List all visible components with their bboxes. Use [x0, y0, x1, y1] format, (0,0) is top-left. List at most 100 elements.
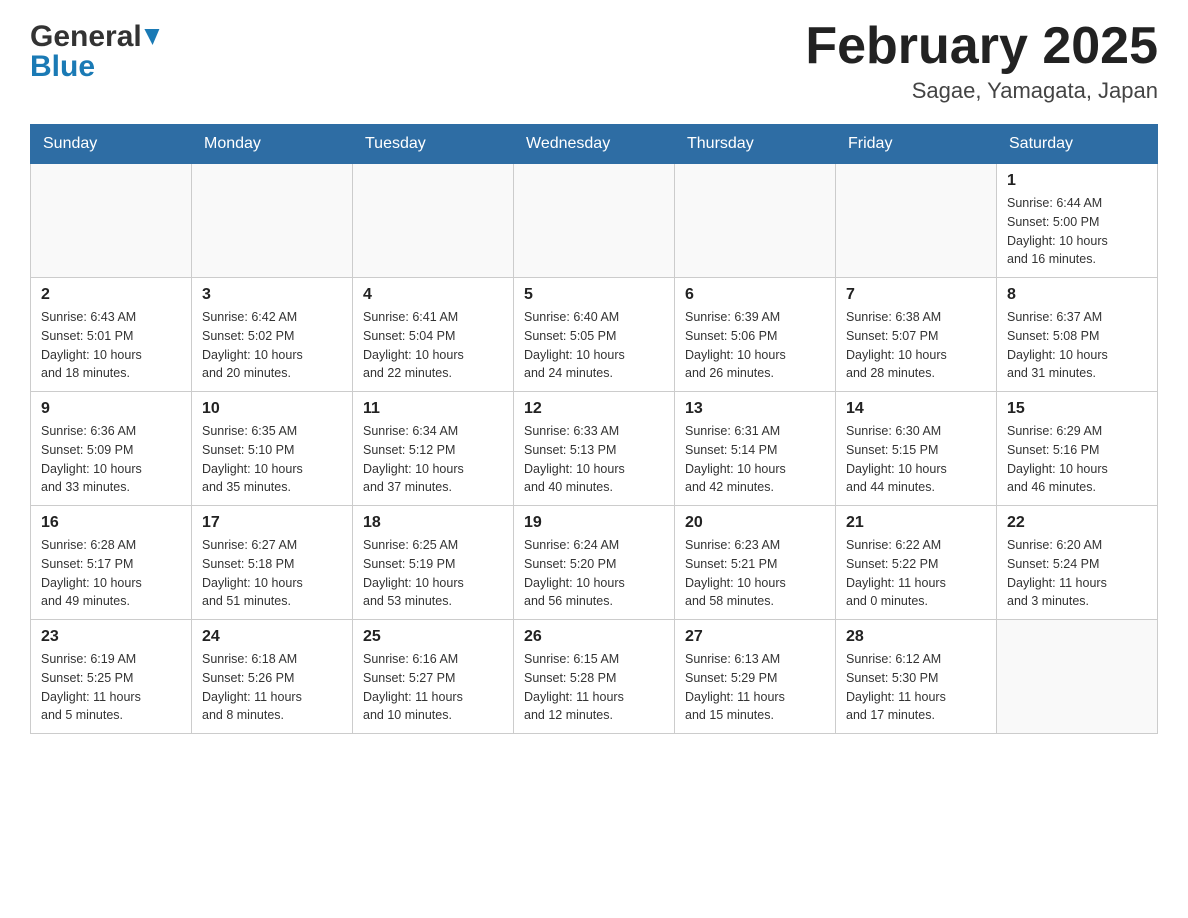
day-info: Sunrise: 6:40 AM Sunset: 5:05 PM Dayligh…: [524, 308, 664, 383]
page-header: General Blue February 2025 Sagae, Yamaga…: [30, 20, 1158, 104]
weekday-header-sunday: Sunday: [31, 125, 192, 164]
weekday-header-friday: Friday: [836, 125, 997, 164]
day-info: Sunrise: 6:20 AM Sunset: 5:24 PM Dayligh…: [1007, 536, 1147, 611]
calendar-cell: 26Sunrise: 6:15 AM Sunset: 5:28 PM Dayli…: [514, 620, 675, 734]
day-info: Sunrise: 6:28 AM Sunset: 5:17 PM Dayligh…: [41, 536, 181, 611]
day-info: Sunrise: 6:31 AM Sunset: 5:14 PM Dayligh…: [685, 422, 825, 497]
calendar-week-row: 1 Sunrise: 6:44 AM Sunset: 5:00 PM Daylig…: [31, 164, 1158, 278]
day-number: 19: [524, 514, 664, 532]
logo-general-text: General: [30, 20, 142, 54]
calendar-cell: 19 Sunrise: 6:24 AM Sunset: 5:20 PM Dayli…: [514, 506, 675, 620]
logo-arrow-icon: [141, 29, 159, 45]
calendar-cell: 6Sunrise: 6:39 AM Sunset: 5:06 PM Daylig…: [675, 278, 836, 392]
day-info: Sunrise: 6:38 AM Sunset: 5:07 PM Dayligh…: [846, 308, 986, 383]
day-number: 5: [524, 286, 664, 304]
logo: General Blue: [30, 20, 158, 84]
location-text: Sagae, Yamagata, Japan: [805, 78, 1158, 104]
day-info: Sunrise: 6:39 AM Sunset: 5:06 PM Dayligh…: [685, 308, 825, 383]
day-info: Sunrise: 6:18 AM Sunset: 5:26 PM Dayligh…: [202, 650, 342, 725]
calendar-table: SundayMondayTuesdayWednesdayThursdayFrid…: [30, 124, 1158, 734]
calendar-cell: 1 Sunrise: 6:44 AM Sunset: 5:00 PM Daylig…: [997, 164, 1158, 278]
calendar-cell: 13 Sunrise: 6:31 AM Sunset: 5:14 PM Dayli…: [675, 392, 836, 506]
day-info: Sunrise: 6:33 AM Sunset: 5:13 PM Dayligh…: [524, 422, 664, 497]
day-info: Sunrise: 6:19 AM Sunset: 5:25 PM Dayligh…: [41, 650, 181, 725]
day-info: Sunrise: 6:43 AM Sunset: 5:01 PM Dayligh…: [41, 308, 181, 383]
day-info: Sunrise: 6:34 AM Sunset: 5:12 PM Dayligh…: [363, 422, 503, 497]
day-number: 14: [846, 400, 986, 418]
day-number: 18: [363, 514, 503, 532]
day-info: Sunrise: 6:37 AM Sunset: 5:08 PM Dayligh…: [1007, 308, 1147, 383]
month-title: February 2025: [805, 20, 1158, 72]
day-number: 1: [1007, 172, 1147, 190]
calendar-cell: 12 Sunrise: 6:33 AM Sunset: 5:13 PM Dayli…: [514, 392, 675, 506]
calendar-cell: [192, 164, 353, 278]
calendar-cell: 17Sunrise: 6:27 AM Sunset: 5:18 PM Dayli…: [192, 506, 353, 620]
day-number: 7: [846, 286, 986, 304]
calendar-cell: 24 Sunrise: 6:18 AM Sunset: 5:26 PM Dayli…: [192, 620, 353, 734]
weekday-header-saturday: Saturday: [997, 125, 1158, 164]
calendar-cell: 21 Sunrise: 6:22 AM Sunset: 5:22 PM Dayli…: [836, 506, 997, 620]
day-info: Sunrise: 6:24 AM Sunset: 5:20 PM Dayligh…: [524, 536, 664, 611]
weekday-header-thursday: Thursday: [675, 125, 836, 164]
calendar-cell: 27Sunrise: 6:13 AM Sunset: 5:29 PM Dayli…: [675, 620, 836, 734]
day-info: Sunrise: 6:22 AM Sunset: 5:22 PM Dayligh…: [846, 536, 986, 611]
day-info: Sunrise: 6:23 AM Sunset: 5:21 PM Dayligh…: [685, 536, 825, 611]
title-area: February 2025 Sagae, Yamagata, Japan: [805, 20, 1158, 104]
day-info: Sunrise: 6:29 AM Sunset: 5:16 PM Dayligh…: [1007, 422, 1147, 497]
day-info: Sunrise: 6:27 AM Sunset: 5:18 PM Dayligh…: [202, 536, 342, 611]
day-info: Sunrise: 6:44 AM Sunset: 5:00 PM Dayligh…: [1007, 194, 1147, 269]
day-info: Sunrise: 6:35 AM Sunset: 5:10 PM Dayligh…: [202, 422, 342, 497]
calendar-cell: 28 Sunrise: 6:12 AM Sunset: 5:30 PM Dayli…: [836, 620, 997, 734]
calendar-cell: 9 Sunrise: 6:36 AM Sunset: 5:09 PM Daylig…: [31, 392, 192, 506]
day-number: 4: [363, 286, 503, 304]
calendar-week-row: 9 Sunrise: 6:36 AM Sunset: 5:09 PM Daylig…: [31, 392, 1158, 506]
calendar-cell: 4 Sunrise: 6:41 AM Sunset: 5:04 PM Daylig…: [353, 278, 514, 392]
calendar-week-row: 16 Sunrise: 6:28 AM Sunset: 5:17 PM Dayli…: [31, 506, 1158, 620]
day-number: 11: [363, 400, 503, 418]
weekday-header-monday: Monday: [192, 125, 353, 164]
calendar-cell: [31, 164, 192, 278]
calendar-cell: 20 Sunrise: 6:23 AM Sunset: 5:21 PM Dayli…: [675, 506, 836, 620]
calendar-cell: 14Sunrise: 6:30 AM Sunset: 5:15 PM Dayli…: [836, 392, 997, 506]
calendar-cell: 3 Sunrise: 6:42 AM Sunset: 5:02 PM Daylig…: [192, 278, 353, 392]
day-number: 16: [41, 514, 181, 532]
calendar-cell: [514, 164, 675, 278]
calendar-cell: [675, 164, 836, 278]
weekday-header-tuesday: Tuesday: [353, 125, 514, 164]
calendar-cell: 22 Sunrise: 6:20 AM Sunset: 5:24 PM Dayli…: [997, 506, 1158, 620]
day-number: 22: [1007, 514, 1147, 532]
day-info: Sunrise: 6:41 AM Sunset: 5:04 PM Dayligh…: [363, 308, 503, 383]
calendar-cell: [353, 164, 514, 278]
day-number: 20: [685, 514, 825, 532]
day-number: 25: [363, 628, 503, 646]
day-info: Sunrise: 6:12 AM Sunset: 5:30 PM Dayligh…: [846, 650, 986, 725]
day-info: Sunrise: 6:36 AM Sunset: 5:09 PM Dayligh…: [41, 422, 181, 497]
day-info: Sunrise: 6:16 AM Sunset: 5:27 PM Dayligh…: [363, 650, 503, 725]
day-number: 9: [41, 400, 181, 418]
calendar-week-row: 23Sunrise: 6:19 AM Sunset: 5:25 PM Dayli…: [31, 620, 1158, 734]
calendar-cell: 23Sunrise: 6:19 AM Sunset: 5:25 PM Dayli…: [31, 620, 192, 734]
day-number: 24: [202, 628, 342, 646]
calendar-cell: 2 Sunrise: 6:43 AM Sunset: 5:01 PM Daylig…: [31, 278, 192, 392]
day-number: 12: [524, 400, 664, 418]
day-info: Sunrise: 6:42 AM Sunset: 5:02 PM Dayligh…: [202, 308, 342, 383]
day-info: Sunrise: 6:15 AM Sunset: 5:28 PM Dayligh…: [524, 650, 664, 725]
weekday-header-wednesday: Wednesday: [514, 125, 675, 164]
weekday-header-row: SundayMondayTuesdayWednesdayThursdayFrid…: [31, 125, 1158, 164]
day-number: 3: [202, 286, 342, 304]
calendar-cell: 16 Sunrise: 6:28 AM Sunset: 5:17 PM Dayli…: [31, 506, 192, 620]
calendar-cell: 11 Sunrise: 6:34 AM Sunset: 5:12 PM Dayli…: [353, 392, 514, 506]
calendar-cell: 10 Sunrise: 6:35 AM Sunset: 5:10 PM Dayli…: [192, 392, 353, 506]
day-number: 2: [41, 286, 181, 304]
calendar-week-row: 2 Sunrise: 6:43 AM Sunset: 5:01 PM Daylig…: [31, 278, 1158, 392]
day-number: 10: [202, 400, 342, 418]
day-number: 28: [846, 628, 986, 646]
day-number: 21: [846, 514, 986, 532]
day-number: 13: [685, 400, 825, 418]
day-info: Sunrise: 6:25 AM Sunset: 5:19 PM Dayligh…: [363, 536, 503, 611]
calendar-cell: 7 Sunrise: 6:38 AM Sunset: 5:07 PM Daylig…: [836, 278, 997, 392]
calendar-cell: 8Sunrise: 6:37 AM Sunset: 5:08 PM Daylig…: [997, 278, 1158, 392]
day-info: Sunrise: 6:13 AM Sunset: 5:29 PM Dayligh…: [685, 650, 825, 725]
calendar-cell: [997, 620, 1158, 734]
calendar-cell: 18 Sunrise: 6:25 AM Sunset: 5:19 PM Dayli…: [353, 506, 514, 620]
